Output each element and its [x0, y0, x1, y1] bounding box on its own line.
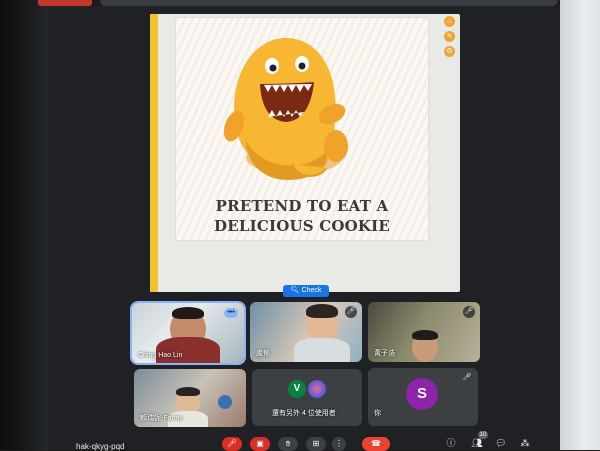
participant-tile[interactable]: 🎤︎ 黃子浩 [368, 302, 480, 362]
mic-toggle-button[interactable]: 🎤︎ [222, 437, 242, 451]
participant-hair [172, 307, 204, 319]
participant-body [294, 338, 350, 362]
participants-count-badge: 10 [478, 431, 488, 439]
edit-icon[interactable]: ✎ [444, 31, 455, 42]
settings-icon[interactable]: ⚙ [444, 46, 455, 57]
more-options-icon[interactable]: ••• [224, 308, 238, 318]
participant-tile-self[interactable]: S 🎤︎ 你 [368, 368, 478, 426]
mic-off-icon: 🎤︎ [463, 306, 475, 318]
participant-avatar-photo [308, 380, 326, 398]
home-icon[interactable]: ⌂ [444, 16, 455, 27]
slide-tools: ⌂ ✎ ⚙ [444, 16, 458, 57]
raise-hand-button[interactable]: ✋︎ [278, 437, 298, 451]
participant-tile[interactable]: ••• Ching Hao Lin [130, 301, 246, 365]
info-icon[interactable]: ⓘ [444, 437, 458, 449]
check-button[interactable]: 🔍︎ Check [283, 285, 329, 297]
participant-name: 盧郁 [256, 350, 270, 357]
background-object [218, 395, 232, 409]
end-call-button[interactable]: ☎︎ [362, 437, 390, 451]
chat-icon[interactable]: 💬︎ [494, 437, 508, 449]
participant-tile-others[interactable]: V 還有另外 4 位使用者 [252, 369, 362, 426]
participant-name: Ching Hao Lin [138, 352, 183, 359]
mic-off-icon: 🎤︎ [462, 374, 472, 381]
participant-name: 賴瑞妮-Fanny [140, 415, 183, 422]
more-options-button[interactable]: ⋮ [332, 437, 346, 451]
participant-body [156, 337, 220, 363]
check-button-label: Check [301, 287, 322, 294]
monitor-bezel-left [0, 0, 48, 450]
participant-tile[interactable]: 🎤︎ 盧郁 [250, 302, 362, 362]
activities-icon[interactable]: ⁂ [518, 437, 532, 449]
participant-avatar: V [288, 380, 306, 398]
participant-hair [306, 304, 338, 318]
participant-name: 黃子浩 [374, 350, 395, 357]
participant-name: 你 [374, 410, 381, 417]
slide-text-line-2: DELICIOUS COOKIE [214, 217, 390, 235]
participant-tile[interactable]: 賴瑞妮-Fanny [134, 369, 246, 427]
slide-prompt-text: PRETEND TO EAT A DELICIOUS COOKIE [196, 196, 408, 236]
participant-name: 還有另外 4 位使用者 [272, 410, 336, 417]
mic-off-icon: 🎤︎ [345, 306, 357, 318]
search-icon: 🔍︎ [290, 287, 300, 294]
participant-avatar: S [406, 378, 438, 410]
slide-edge [150, 14, 158, 292]
slide-text-line-1: PRETEND TO EAT A [215, 197, 389, 215]
present-button[interactable]: ⊞ [306, 437, 326, 451]
participant-hair [176, 387, 200, 396]
participant-hair [412, 330, 438, 340]
monitor-bezel-right [560, 0, 600, 450]
camera-toggle-button[interactable]: ▣ [250, 437, 270, 451]
